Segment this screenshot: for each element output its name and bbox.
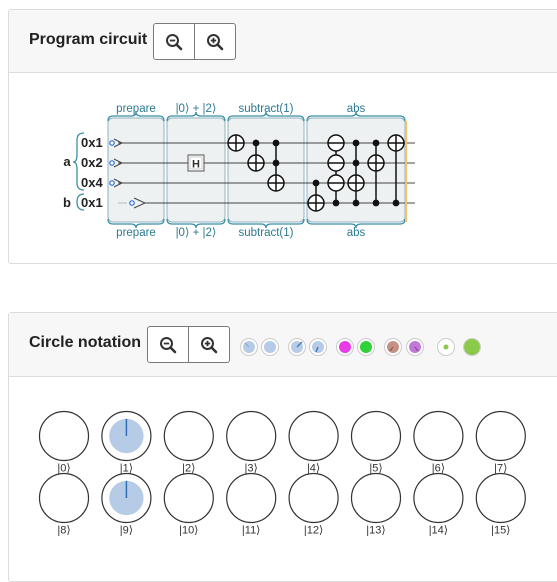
zoom-in-icon bbox=[200, 336, 217, 353]
state-circle-outline bbox=[350, 410, 402, 462]
circle-zoom-in-button[interactable] bbox=[188, 327, 228, 362]
program-circuit-header: Program circuit bbox=[9, 10, 557, 73]
stage-box-subtract[interactable] bbox=[227, 117, 305, 223]
register-b-label: b bbox=[63, 195, 71, 210]
stage-label-abs: abs bbox=[347, 227, 366, 239]
state-circle-2[interactable]: |2⟩ bbox=[163, 410, 214, 475]
large-green-dot bbox=[464, 339, 480, 355]
state-label: |4⟩ bbox=[307, 463, 320, 475]
state-circle-outline bbox=[38, 472, 90, 524]
state-circle-9[interactable]: |9⟩ bbox=[101, 472, 152, 537]
display-option-phase-alt[interactable] bbox=[309, 338, 327, 356]
state-circle-10[interactable]: |10⟩ bbox=[163, 472, 214, 537]
panel-title: Circle notation bbox=[29, 334, 142, 351]
not-gate[interactable] bbox=[227, 134, 245, 152]
state-circle-11[interactable]: |11⟩ bbox=[226, 472, 277, 537]
display-option-magnitude-alt[interactable] bbox=[261, 338, 279, 356]
state-circle-5[interactable]: |5⟩ bbox=[350, 410, 402, 475]
state-label: |3⟩ bbox=[245, 463, 258, 475]
color-option-green[interactable] bbox=[357, 338, 375, 356]
state-circles-grid: |0⟩ |1⟩ |2⟩ |3⟩ |4⟩ |5⟩ |6⟩ |7⟩ |8⟩ |9⟩ |10⟩ |11⟩ |1… bbox=[38, 410, 526, 537]
state-label: |6⟩ bbox=[432, 463, 445, 475]
state-label: |2⟩ bbox=[182, 463, 195, 475]
state-circle-outline bbox=[413, 472, 464, 524]
size-option-large[interactable] bbox=[463, 338, 481, 356]
panel-title: Program circuit bbox=[29, 31, 148, 48]
qubit-label-a-0x2: 0x2 bbox=[81, 155, 103, 170]
color-option-purple[interactable] bbox=[406, 338, 424, 356]
state-circle-14[interactable]: |14⟩ bbox=[413, 472, 464, 537]
circle-zoom-controls bbox=[147, 326, 230, 363]
state-circle-3[interactable]: |3⟩ bbox=[226, 410, 277, 475]
state-circle-outline bbox=[163, 410, 214, 462]
qubit-label-a-0x4: 0x4 bbox=[81, 175, 103, 190]
state-circle-outline bbox=[475, 472, 526, 524]
display-options bbox=[240, 338, 481, 356]
stage-label-subtract: subtract(1) bbox=[239, 103, 294, 115]
stage-label-superposition: |0⟩ + |2⟩ bbox=[176, 102, 217, 115]
state-label: |9⟩ bbox=[120, 525, 133, 537]
qubit-label-b-0x1: 0x1 bbox=[81, 195, 103, 210]
magenta-dot bbox=[339, 341, 351, 353]
state-circle-outline bbox=[288, 472, 339, 524]
state-circle-outline bbox=[38, 410, 90, 462]
state-circle-outline bbox=[350, 472, 402, 524]
state-circle-12[interactable]: |12⟩ bbox=[288, 472, 339, 537]
state-circle-outline bbox=[413, 410, 464, 462]
stage-label-abs: abs bbox=[347, 103, 366, 115]
state-label: |8⟩ bbox=[57, 525, 70, 537]
stage-label-subtract: subtract(1) bbox=[239, 227, 294, 239]
state-circle-13[interactable]: |13⟩ bbox=[350, 472, 402, 537]
green-dot bbox=[360, 341, 372, 353]
state-circle-7[interactable]: |7⟩ bbox=[475, 410, 526, 475]
state-circle-outline bbox=[163, 472, 214, 524]
color-option-magenta[interactable] bbox=[336, 338, 354, 356]
circle-zoom-out-button[interactable] bbox=[148, 327, 188, 362]
circle-notation-header: Circle notation bbox=[9, 313, 557, 377]
state-circle-0[interactable]: |0⟩ bbox=[38, 410, 90, 475]
state-label: |7⟩ bbox=[494, 463, 507, 475]
state-label: |0⟩ bbox=[57, 463, 70, 475]
state-circle-outline bbox=[226, 410, 277, 462]
stage-label-superposition: |0⟩ + |2⟩ bbox=[176, 226, 217, 239]
color-option-brown[interactable] bbox=[384, 338, 402, 356]
stage-label-prepare: prepare bbox=[116, 103, 156, 115]
state-circle-outline bbox=[475, 410, 526, 462]
state-label: |5⟩ bbox=[369, 463, 382, 475]
state-circle-outline bbox=[288, 410, 339, 462]
register-a-label: a bbox=[63, 154, 71, 169]
stage-box-prepare[interactable] bbox=[107, 117, 165, 223]
zoom-out-icon bbox=[160, 336, 177, 353]
zoom-in-icon bbox=[206, 33, 223, 50]
state-label: |12⟩ bbox=[304, 525, 323, 537]
state-circle-15[interactable]: |15⟩ bbox=[475, 472, 526, 537]
display-option-phase[interactable] bbox=[288, 338, 306, 356]
qubit-label-a-0x1: 0x1 bbox=[81, 135, 103, 150]
state-label: |1⟩ bbox=[120, 463, 133, 475]
state-circle-8[interactable]: |8⟩ bbox=[38, 472, 90, 537]
state-circle-1[interactable]: |1⟩ bbox=[101, 410, 152, 475]
small-green-dot bbox=[443, 344, 449, 350]
state-label: |10⟩ bbox=[179, 525, 198, 537]
state-label: |13⟩ bbox=[366, 525, 385, 537]
circuit-zoom-out-button[interactable] bbox=[154, 24, 194, 59]
state-circle-outline bbox=[226, 472, 277, 524]
state-circle-4[interactable]: |4⟩ bbox=[288, 410, 339, 475]
hadamard-label: H bbox=[192, 159, 200, 171]
size-option-small[interactable] bbox=[437, 338, 455, 356]
circuit-diagram: prepare |0⟩ + |2⟩ subtract(1) abs prepar… bbox=[63, 102, 415, 239]
zoom-out-icon bbox=[166, 33, 183, 50]
state-circle-6[interactable]: |6⟩ bbox=[413, 410, 464, 475]
circuit-zoom-controls bbox=[153, 23, 236, 60]
state-label: |15⟩ bbox=[491, 525, 510, 537]
circuit-zoom-in-button[interactable] bbox=[194, 24, 234, 59]
stage-label-prepare: prepare bbox=[116, 227, 156, 239]
display-option-magnitude[interactable] bbox=[240, 338, 258, 356]
hadamard-gate[interactable]: H bbox=[187, 154, 205, 172]
state-label: |14⟩ bbox=[429, 525, 448, 537]
state-label: |11⟩ bbox=[242, 525, 261, 537]
